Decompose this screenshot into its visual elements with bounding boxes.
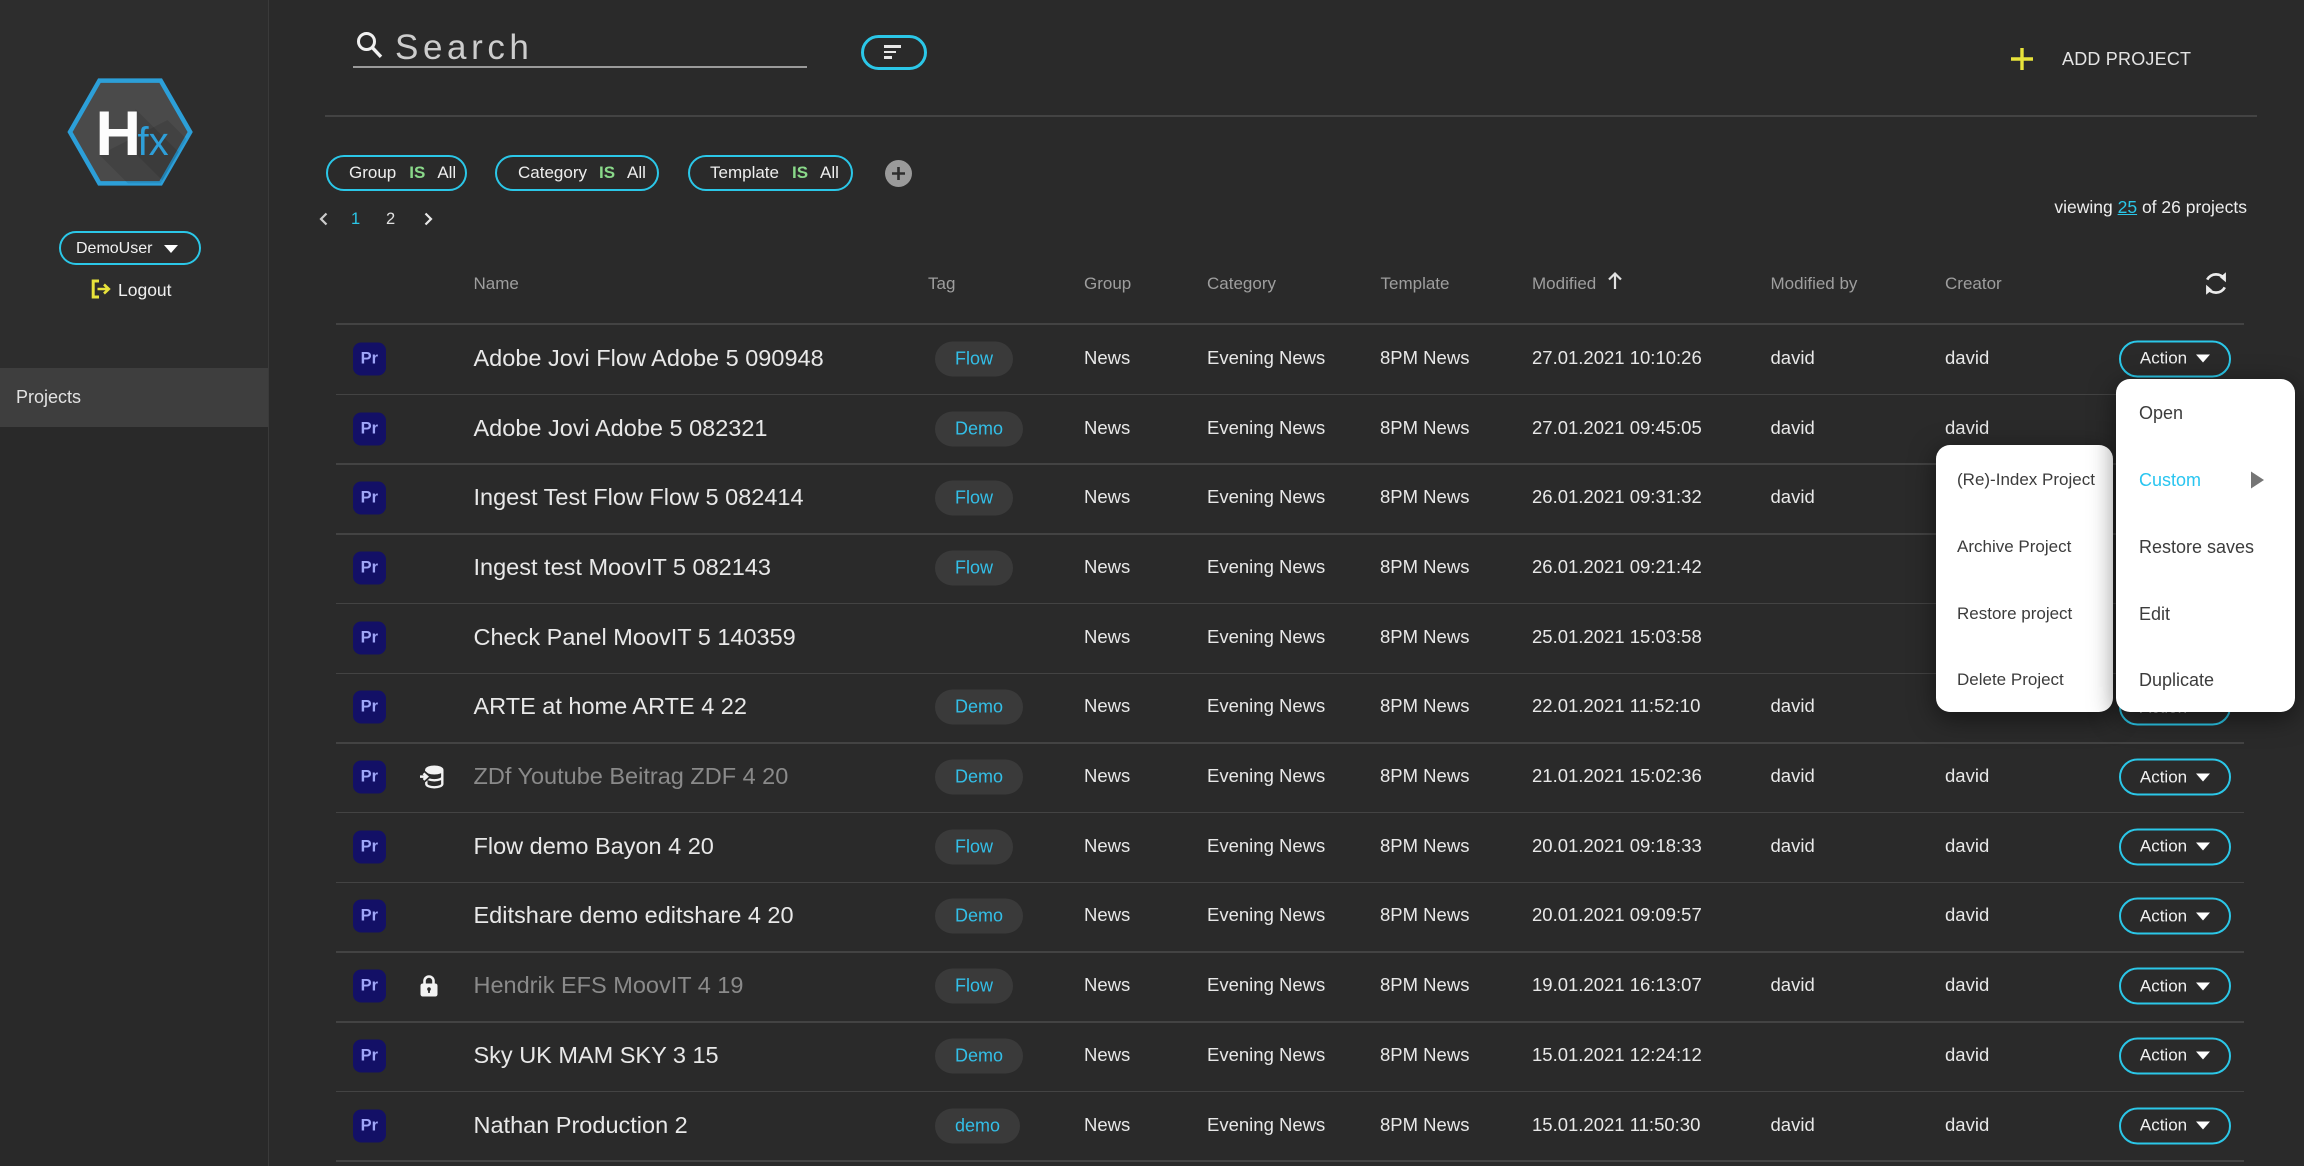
svg-text:fx: fx <box>138 120 169 164</box>
svg-text:H: H <box>96 99 142 169</box>
